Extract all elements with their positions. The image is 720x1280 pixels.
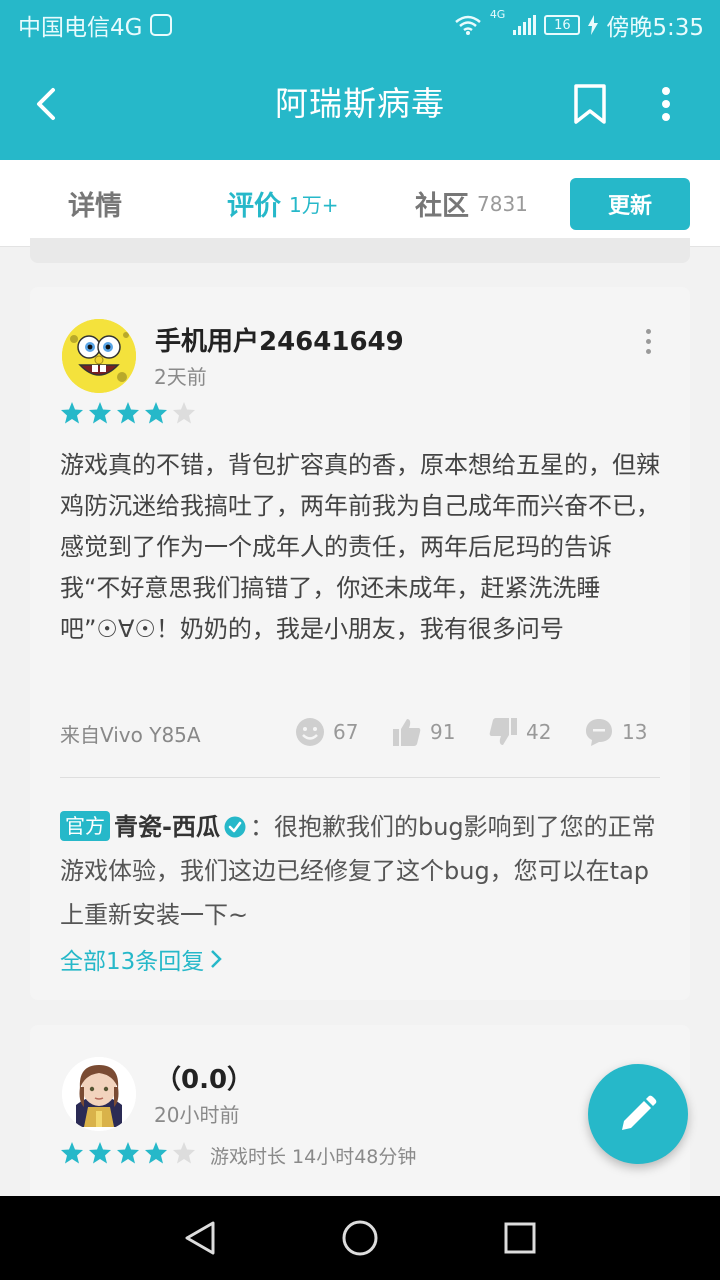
official-badge: 官方 [60, 811, 110, 841]
battery-icon: 16 [544, 15, 581, 35]
previous-card-edge [30, 238, 690, 263]
status-left: 中国电信4G [18, 8, 173, 42]
thumbs-down-icon [489, 718, 517, 745]
update-button[interactable]: 更新 [570, 178, 690, 230]
more-menu-button[interactable] [644, 80, 688, 128]
nav-back-icon [185, 1221, 215, 1255]
star-empty-icon [173, 1142, 195, 1164]
write-review-button[interactable] [588, 1064, 688, 1164]
star-filled-icon [61, 402, 83, 424]
back-arrow-icon [37, 88, 55, 120]
chevron-right-icon [211, 950, 223, 968]
app-bar: 阿瑞斯病毒 [0, 50, 720, 160]
reply-author[interactable]: 青瓷-西瓜 [114, 813, 220, 841]
nav-home-button[interactable] [338, 1216, 382, 1260]
dislike-button[interactable]: 42 [488, 715, 551, 749]
signal-icon [513, 15, 537, 35]
dislike-count: 42 [526, 720, 552, 744]
rating-stars [60, 401, 196, 425]
back-button[interactable] [24, 80, 68, 128]
smiley-icon [296, 718, 324, 746]
comment-count: 13 [622, 720, 648, 744]
wifi-icon [455, 15, 481, 35]
star-filled-icon [117, 402, 139, 424]
avatar[interactable] [62, 319, 136, 393]
nav-home-icon [342, 1220, 378, 1256]
funny-count: 67 [333, 720, 359, 744]
review-username[interactable]: （0.0） [155, 1059, 253, 1096]
tab-reviews-count: 1万+ [289, 193, 339, 217]
spongebob-avatar-icon [62, 319, 136, 393]
bookmark-button[interactable] [566, 80, 614, 128]
tab-reviews[interactable]: 评价 1万+ [227, 160, 338, 247]
carrier-label: 中国电信4G [18, 15, 143, 41]
more-vertical-icon [662, 87, 670, 121]
clock: 傍晚5:35 [606, 15, 704, 41]
star-filled-icon [145, 402, 167, 424]
system-nav-bar [0, 1196, 720, 1280]
review-time: 20小时前 [154, 1103, 240, 1127]
star-filled-icon [61, 1142, 83, 1164]
star-filled-icon [89, 1142, 111, 1164]
status-bar: 中国电信4G 4G 16 傍晚5:35 [0, 0, 720, 50]
review-username[interactable]: 手机用户24641649 [155, 321, 404, 358]
play-time: 游戏时长 14小时48分钟 [210, 1146, 417, 1168]
bookmark-icon [574, 84, 606, 124]
review-more-button[interactable] [633, 321, 663, 361]
anime-character-avatar-icon [62, 1057, 136, 1131]
nav-recents-icon [504, 1222, 536, 1254]
all-replies-label: 全部13条回复 [60, 949, 205, 975]
star-filled-icon [89, 402, 111, 424]
review-card: 手机用户24641649 2天前 游戏真的不错，背包扩容真的香，原本想给五星的，… [30, 287, 690, 1000]
review-device: 来自Vivo Y85A [60, 723, 201, 747]
network-type: 4G [489, 8, 506, 21]
nav-recents-button[interactable] [498, 1216, 542, 1260]
thumbs-up-icon [393, 719, 421, 746]
comment-button[interactable]: 13 [584, 715, 647, 749]
charging-icon [588, 15, 599, 35]
notification-icon [150, 14, 173, 36]
like-count: 91 [430, 720, 456, 744]
tab-reviews-label: 评价 [227, 191, 281, 222]
tab-details[interactable]: 详情 [68, 160, 122, 247]
status-right: 4G 16 傍晚5:35 [454, 8, 704, 42]
official-reply: 官方 青瓷-西瓜 ：很抱歉我们的bug影响到了您的正常游戏体验，我们这边已经修复了这… [60, 805, 660, 937]
review-text: 游戏真的不错，背包扩容真的香，原本想给五星的，但辣鸡防沉迷给我搞吐了，两年前我为… [60, 451, 660, 643]
review-time: 2天前 [154, 365, 207, 389]
comment-icon [586, 719, 612, 746]
star-filled-icon [117, 1142, 139, 1164]
star-filled-icon [145, 1142, 167, 1164]
page-title: 阿瑞斯病毒 [275, 84, 445, 123]
tab-community-label: 社区 [415, 191, 469, 222]
tab-details-label: 详情 [68, 191, 122, 222]
nav-back-button[interactable] [178, 1216, 222, 1260]
pencil-icon [622, 1095, 657, 1130]
divider [60, 777, 660, 778]
star-empty-icon [173, 402, 195, 424]
verified-icon [224, 816, 246, 838]
rating-stars [60, 1141, 196, 1165]
funny-button[interactable]: 67 [295, 715, 358, 749]
all-replies-link[interactable]: 全部13条回复 [60, 942, 223, 976]
tab-community-count: 7831 [477, 191, 528, 216]
tab-community[interactable]: 社区 7831 [415, 160, 528, 247]
avatar[interactable] [62, 1057, 136, 1131]
like-button[interactable]: 91 [392, 715, 455, 749]
